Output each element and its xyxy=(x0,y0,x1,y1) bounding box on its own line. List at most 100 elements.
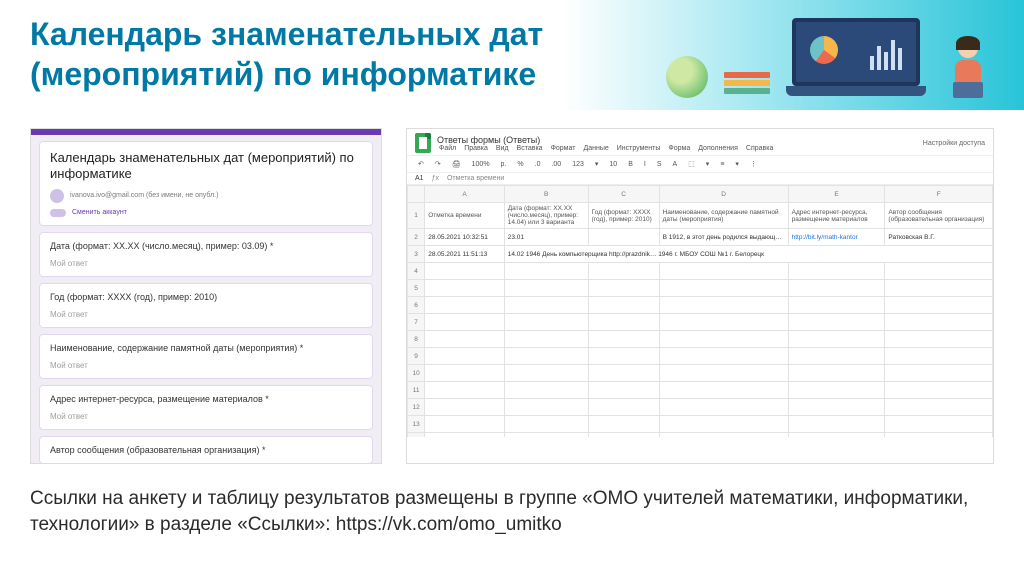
menu-edit: Правка xyxy=(464,145,488,152)
font-more: ▾ xyxy=(592,159,602,169)
presentation-slide: Календарь знаменательных дат (мероприяти… xyxy=(0,0,1024,576)
menu-form: Форма xyxy=(668,145,690,152)
cell-year xyxy=(588,229,659,246)
avatar-icon xyxy=(50,189,64,203)
empty-row: 9 xyxy=(408,348,993,365)
col-D: D xyxy=(659,186,788,203)
cell-ts: 28.05.2021 11:51:13 xyxy=(425,246,505,263)
menu-data: Данные xyxy=(583,145,608,152)
overflow: ⋮ xyxy=(747,159,760,169)
menu-format: Формат xyxy=(551,145,576,152)
sheet-titlebar: Ответы формы (Ответы) Файл Правка Вид Вс… xyxy=(407,129,993,156)
sheet-doc-title: Ответы формы (Ответы) xyxy=(437,135,773,145)
fx-icon: ƒx xyxy=(432,175,439,182)
cell-reference: A1 xyxy=(415,175,424,182)
switch-account-label: Сменить аккаунт xyxy=(72,209,127,216)
empty-row: 5 xyxy=(408,280,993,297)
laptop-icon xyxy=(786,18,926,98)
borders: ▾ xyxy=(703,159,713,169)
form-switch-account: Сменить аккаунт xyxy=(50,209,362,217)
bold: B xyxy=(625,160,636,169)
form-question-4: Адрес интернет-ресурса, размещение матер… xyxy=(39,385,373,430)
col-E: E xyxy=(788,186,885,203)
globe-icon xyxy=(666,56,708,98)
answer-placeholder: Мой ответ xyxy=(50,361,362,370)
kid-with-laptop-icon xyxy=(942,38,994,98)
formula-bar: A1 ƒx Отметка времени xyxy=(407,173,993,185)
slide-caption: Ссылки на анкету и таблицу результатов р… xyxy=(0,472,1024,537)
google-sheet-screenshot: Ответы формы (Ответы) Файл Правка Вид Вс… xyxy=(406,128,994,464)
form-email: ivanova.ivo@gmail.com (без имени, не опу… xyxy=(70,192,218,199)
hcell-year: Год (формат: ХХХХ (год), пример: 2010) xyxy=(588,203,659,229)
form-accent-stripe xyxy=(31,129,381,135)
menu-addons: Дополнения xyxy=(698,145,738,152)
question-text: Год (формат: ХХХХ (год), пример: 2010) xyxy=(50,292,362,302)
form-question-5: Автор сообщения (образовательная организ… xyxy=(39,436,373,464)
cell-ts: 28.05.2021 10:32:51 xyxy=(425,229,505,246)
hcell-date: Дата (формат: ХХ.ХХ (число.месяц), приме… xyxy=(504,203,588,229)
col-A: A xyxy=(425,186,505,203)
question-text: Адрес интернет-ресурса, размещение матер… xyxy=(50,394,362,404)
menu-view: Вид xyxy=(496,145,509,152)
empty-row: 12 xyxy=(408,399,993,416)
cell-rest: 14.02 1946 День компьютерщика http://pra… xyxy=(504,246,992,263)
empty-row: 7 xyxy=(408,314,993,331)
more: ▾ xyxy=(732,159,742,169)
fx-value: Отметка времени xyxy=(447,175,504,182)
question-text: Автор сообщения (образовательная организ… xyxy=(50,445,362,455)
hcell-author: Автор сообщения (образовательная организ… xyxy=(885,203,993,229)
books-icon xyxy=(724,72,770,94)
undo-icon: ↶ xyxy=(415,159,427,169)
strike: S xyxy=(654,160,665,169)
empty-row: 10 xyxy=(408,365,993,382)
hcell-link: Адрес интернет-ресурса, размещение матер… xyxy=(788,203,885,229)
column-letters-row: A B C D E F xyxy=(408,186,993,203)
font-size: 10 xyxy=(606,160,620,169)
italic: I xyxy=(641,160,649,169)
header-row: 1 Отметка времени Дата (формат: ХХ.ХХ (ч… xyxy=(408,203,993,229)
cell-desc: В 1912, в этот день родился выдающийся с… xyxy=(659,229,788,246)
num-format: 123 xyxy=(569,160,587,169)
empty-row: 13 xyxy=(408,416,993,433)
col-F: F xyxy=(885,186,993,203)
data-row-3: 3 28.05.2021 11:51:13 14.02 1946 День ко… xyxy=(408,246,993,263)
content-panels: Календарь знаменательных дат (мероприяти… xyxy=(0,110,1024,472)
empty-row: 4 xyxy=(408,263,993,280)
redo-icon: ↷ xyxy=(432,159,444,169)
menu-help: Справка xyxy=(746,145,773,152)
hcell-desc: Наименование, содержание памятной даты (… xyxy=(659,203,788,229)
menu-tools: Инструменты xyxy=(617,145,661,152)
slide-title: Календарь знаменательных дат (мероприяти… xyxy=(0,0,650,94)
slide-header: Календарь знаменательных дат (мероприяти… xyxy=(0,0,1024,110)
cell-author: Ратковская В.Г. xyxy=(885,229,993,246)
question-text: Дата (формат: ХХ.ХХ (число.месяц), приме… xyxy=(50,241,362,251)
empty-row: 14 xyxy=(408,433,993,437)
empty-row: 6 xyxy=(408,297,993,314)
form-title: Календарь знаменательных дат (мероприяти… xyxy=(50,150,362,183)
sheet-grid: A B C D E F 1 Отметка времени Дата (форм… xyxy=(407,185,993,437)
sheet-menu-bar: Файл Правка Вид Вставка Формат Данные Ин… xyxy=(439,145,773,152)
empty-row: 8 xyxy=(408,331,993,348)
cell-link: http://bit.ly/math-kantor xyxy=(788,229,885,246)
form-question-1: Дата (формат: ХХ.ХХ (число.месяц), приме… xyxy=(39,232,373,277)
fill-color: ⬚ xyxy=(685,159,698,169)
header-illustration xyxy=(666,18,994,98)
cell-date: 23.01 xyxy=(504,229,588,246)
dec-more: .00 xyxy=(548,160,564,169)
align: ≡ xyxy=(717,160,727,169)
google-form-screenshot: Календарь знаменательных дат (мероприяти… xyxy=(30,128,382,464)
zoom-level: 100% xyxy=(469,160,493,169)
answer-placeholder: Мой ответ xyxy=(50,310,362,319)
menu-insert: Вставка xyxy=(517,145,543,152)
form-question-3: Наименование, содержание памятной даты (… xyxy=(39,334,373,379)
question-text: Наименование, содержание памятной даты (… xyxy=(50,343,362,353)
percent: % xyxy=(514,160,526,169)
form-question-2: Год (формат: ХХХХ (год), пример: 2010) М… xyxy=(39,283,373,328)
print-icon: 🖨 xyxy=(449,159,464,169)
dec-less: .0 xyxy=(532,160,544,169)
col-B: B xyxy=(504,186,588,203)
currency: р. xyxy=(498,160,510,169)
col-C: C xyxy=(588,186,659,203)
answer-placeholder: Мой ответ xyxy=(50,259,362,268)
menu-file: Файл xyxy=(439,145,456,152)
